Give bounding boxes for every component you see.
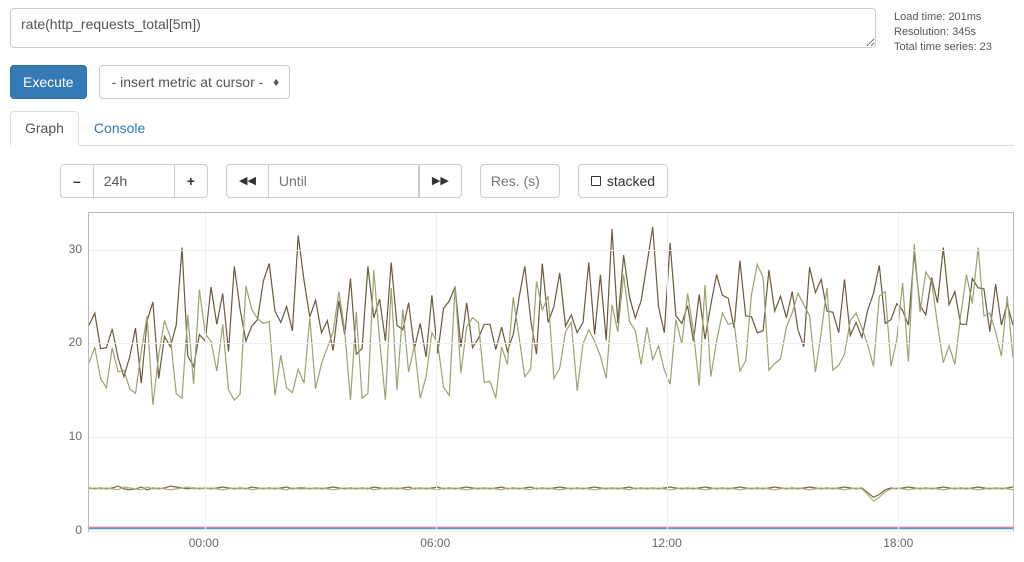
- tab-console[interactable]: Console: [79, 111, 160, 146]
- y-tick-label: 10: [69, 429, 82, 443]
- caret-icon: ♦: [273, 76, 279, 88]
- chart-y-axis: 0102030: [60, 212, 88, 554]
- tab-graph[interactable]: Graph: [10, 111, 79, 146]
- stat-load-time: Load time: 201ms: [894, 10, 1014, 25]
- metric-dropdown-label: - insert metric at cursor -: [112, 74, 264, 90]
- x-tick-label: 00:00: [189, 536, 219, 550]
- query-input[interactable]: rate(http_requests_total[5m]): [10, 8, 876, 48]
- range-increase-button[interactable]: +: [174, 164, 208, 198]
- square-icon: [591, 176, 601, 186]
- x-tick-label: 06:00: [420, 536, 450, 550]
- execute-button[interactable]: Execute: [10, 65, 87, 99]
- x-tick-label: 12:00: [652, 536, 682, 550]
- stacked-label: stacked: [607, 173, 655, 189]
- chart-series-mid-b: [89, 487, 1013, 501]
- time-group: ◀◀ ▶▶: [226, 164, 462, 198]
- time-forward-button[interactable]: ▶▶: [419, 164, 462, 198]
- chart-series-mid-a: [89, 486, 1013, 497]
- until-input[interactable]: [269, 164, 419, 198]
- range-decrease-button[interactable]: –: [60, 164, 94, 198]
- y-tick-label: 30: [69, 242, 82, 256]
- query-stats: Load time: 201ms Resolution: 345s Total …: [894, 8, 1014, 55]
- metric-dropdown[interactable]: - insert metric at cursor - ♦: [99, 65, 291, 99]
- x-tick-label: 18:00: [883, 536, 913, 550]
- chart-x-axis: 00:00 06:00 12:00 18:00: [88, 532, 1014, 554]
- chart-series-upper-b: [89, 243, 1013, 404]
- range-group: – 24h +: [60, 164, 208, 198]
- y-tick-label: 20: [69, 335, 82, 349]
- chart-plot[interactable]: [88, 212, 1014, 532]
- resolution-input[interactable]: [480, 164, 560, 198]
- stacked-toggle-button[interactable]: stacked: [578, 164, 668, 198]
- stat-total-series: Total time series: 23: [894, 40, 1014, 55]
- range-display[interactable]: 24h: [94, 164, 174, 198]
- stat-resolution: Resolution: 345s: [894, 25, 1014, 40]
- time-back-button[interactable]: ◀◀: [226, 164, 269, 198]
